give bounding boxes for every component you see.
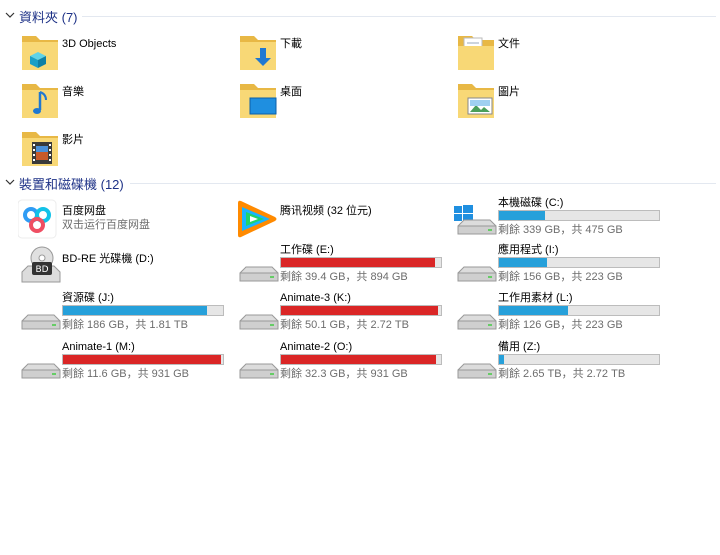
drive-usage-bar bbox=[498, 210, 660, 221]
hard-drive-icon bbox=[239, 363, 279, 379]
drive-usage-fill bbox=[63, 306, 207, 315]
app-baidu-netdisk[interactable]: 百度网盘 双击运行百度网盘 bbox=[18, 199, 228, 243]
3d-objects-icon bbox=[22, 36, 58, 70]
folder-name: 音樂 bbox=[62, 86, 84, 98]
drive-free-space: 剩餘 2.65 TB，共 2.72 TB bbox=[498, 368, 626, 380]
downloads-icon bbox=[240, 36, 276, 70]
drive-name: 工作用素材 (L:) bbox=[498, 292, 573, 304]
drive-k[interactable]: Animate-3 (K:) 剩餘 50.1 GB，共 2.72 TB bbox=[236, 291, 446, 335]
drive-free-space: 剩餘 186 GB，共 1.81 TB bbox=[62, 319, 188, 331]
group-divider bbox=[130, 183, 716, 184]
folder-name: 圖片 bbox=[498, 86, 520, 98]
drive-usage-fill bbox=[281, 306, 438, 315]
svg-text:BD: BD bbox=[35, 265, 48, 275]
drive-usage-bar bbox=[62, 305, 224, 316]
tencent-video-icon bbox=[238, 200, 277, 238]
drive-name: 備用 (Z:) bbox=[498, 341, 541, 353]
folders-group-title: 資料夾 (7) bbox=[19, 10, 78, 25]
drive-c[interactable]: 本機磁碟 (C:) 剩餘 339 GB，共 475 GB bbox=[454, 196, 664, 240]
hard-drive-icon bbox=[21, 314, 61, 330]
drive-free-space: 剩餘 156 GB，共 223 GB bbox=[498, 271, 623, 283]
drive-name: Animate-2 (O:) bbox=[280, 341, 353, 353]
drive-free-space: 剩餘 39.4 GB，共 894 GB bbox=[280, 271, 408, 283]
drive-usage-fill bbox=[499, 211, 546, 220]
baidu-netdisk-icon bbox=[18, 199, 57, 239]
app-tencent-video[interactable]: 腾讯视频 (32 位元) bbox=[236, 199, 446, 243]
desktop-icon bbox=[240, 84, 277, 118]
hard-drive-icon bbox=[457, 266, 497, 282]
windows-drive-icon bbox=[454, 205, 497, 235]
drive-l[interactable]: 工作用素材 (L:) 剩餘 126 GB，共 223 GB bbox=[454, 291, 664, 335]
drive-usage-fill bbox=[499, 355, 504, 364]
hard-drive-icon bbox=[457, 314, 497, 330]
hard-drive-icon bbox=[457, 363, 497, 379]
drive-j[interactable]: 資源碟 (J:) 剩餘 186 GB，共 1.81 TB bbox=[18, 291, 228, 335]
folder-name: 3D Objects bbox=[62, 38, 117, 50]
drive-name: 工作碟 (E:) bbox=[280, 244, 334, 256]
hard-drive-icon bbox=[21, 363, 61, 379]
folder-pictures[interactable]: 圖片 bbox=[454, 78, 664, 122]
folder-name: 下載 bbox=[280, 38, 302, 50]
drive-usage-fill bbox=[499, 306, 568, 315]
chevron-down-icon[interactable] bbox=[5, 177, 15, 187]
drive-name: 本機磁碟 (C:) bbox=[498, 197, 564, 209]
documents-icon bbox=[458, 36, 494, 70]
group-divider bbox=[82, 16, 716, 17]
hard-drive-icon bbox=[239, 314, 279, 330]
folder-name: 桌面 bbox=[280, 86, 302, 98]
drive-usage-bar bbox=[280, 257, 442, 268]
drive-free-space: 剩餘 11.6 GB，共 931 GB bbox=[62, 368, 189, 380]
folder-videos[interactable]: 影片 bbox=[18, 126, 228, 170]
videos-icon bbox=[22, 132, 58, 166]
app-name: 百度网盘 bbox=[62, 205, 106, 217]
folder-downloads[interactable]: 下載 bbox=[236, 30, 446, 74]
drive-name: BD-RE 光碟機 (D:) bbox=[62, 253, 154, 265]
folder-music[interactable]: 音樂 bbox=[18, 78, 228, 122]
drive-usage-bar bbox=[498, 257, 660, 268]
app-description: 双击运行百度网盘 bbox=[62, 219, 150, 231]
pictures-icon bbox=[458, 84, 494, 118]
drive-free-space: 剩餘 32.3 GB，共 931 GB bbox=[280, 368, 408, 380]
drive-usage-fill bbox=[281, 355, 437, 364]
drive-d[interactable]: BD BD-RE 光碟機 (D:) bbox=[18, 246, 228, 290]
drive-usage-fill bbox=[63, 355, 222, 364]
folder-3d-objects[interactable]: 3D Objects bbox=[18, 30, 228, 74]
drive-name: Animate-1 (M:) bbox=[62, 341, 135, 353]
folder-documents[interactable]: 文件 bbox=[454, 30, 664, 74]
folder-name: 影片 bbox=[62, 134, 84, 146]
devices-group-title: 裝置和磁碟機 (12) bbox=[19, 177, 124, 192]
drive-m[interactable]: Animate-1 (M:) 剩餘 11.6 GB，共 931 GB bbox=[18, 340, 228, 384]
drive-usage-bar bbox=[498, 305, 660, 316]
drive-name: 資源碟 (J:) bbox=[62, 292, 114, 304]
music-icon bbox=[22, 84, 58, 118]
drive-usage-bar bbox=[498, 354, 660, 365]
drive-usage-fill bbox=[499, 258, 547, 267]
drive-free-space: 剩餘 339 GB，共 475 GB bbox=[498, 224, 623, 236]
folder-desktop[interactable]: 桌面 bbox=[236, 78, 446, 122]
bd-drive-icon: BD bbox=[21, 246, 61, 283]
drive-i[interactable]: 應用程式 (I:) 剩餘 156 GB，共 223 GB bbox=[454, 243, 664, 287]
drive-name: 應用程式 (I:) bbox=[498, 244, 559, 256]
drive-o[interactable]: Animate-2 (O:) 剩餘 32.3 GB，共 931 GB bbox=[236, 340, 446, 384]
hard-drive-icon bbox=[239, 266, 279, 282]
app-name: 腾讯视频 (32 位元) bbox=[280, 205, 372, 217]
drive-usage-bar bbox=[280, 305, 442, 316]
drive-free-space: 剩餘 50.1 GB，共 2.72 TB bbox=[280, 319, 409, 331]
folders-group-header[interactable]: 資料夾 (7) bbox=[0, 6, 720, 26]
chevron-down-icon[interactable] bbox=[5, 10, 15, 20]
drive-name: Animate-3 (K:) bbox=[280, 292, 351, 304]
drive-usage-bar bbox=[62, 354, 224, 365]
drive-usage-bar bbox=[280, 354, 442, 365]
drive-free-space: 剩餘 126 GB，共 223 GB bbox=[498, 319, 623, 331]
drive-usage-fill bbox=[281, 258, 435, 267]
drive-z[interactable]: 備用 (Z:) 剩餘 2.65 TB，共 2.72 TB bbox=[454, 340, 664, 384]
drive-e[interactable]: 工作碟 (E:) 剩餘 39.4 GB，共 894 GB bbox=[236, 243, 446, 287]
folder-name: 文件 bbox=[498, 38, 520, 50]
devices-group-header[interactable]: 裝置和磁碟機 (12) bbox=[0, 173, 720, 193]
